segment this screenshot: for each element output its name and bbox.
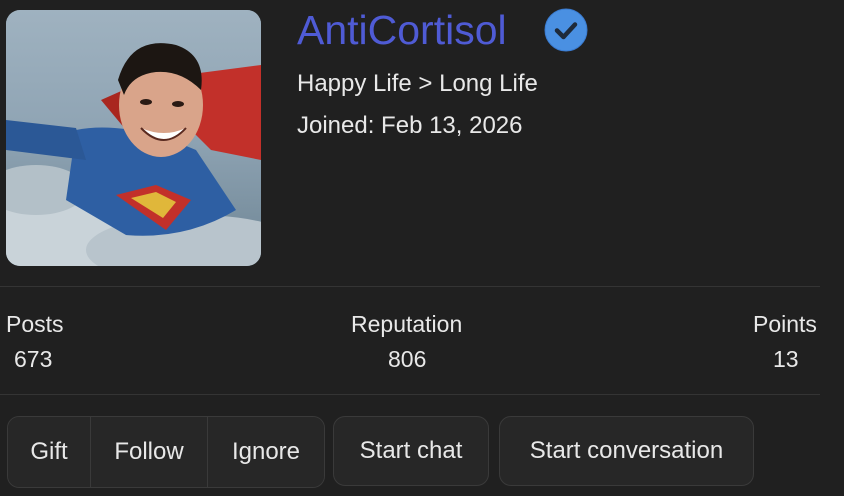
- divider: [0, 286, 820, 287]
- follow-button[interactable]: Follow: [91, 417, 208, 487]
- verified-badge-icon: [544, 8, 588, 52]
- ignore-button[interactable]: Ignore: [208, 417, 324, 487]
- profile-action-group: Gift Follow Ignore: [7, 416, 325, 488]
- profile-joined-date: Joined: Feb 13, 2026: [297, 112, 523, 139]
- profile-tagline: Happy Life > Long Life: [297, 70, 538, 97]
- profile-username[interactable]: AntiCortisol: [297, 6, 507, 54]
- posts-label: Posts: [6, 311, 64, 337]
- gift-button[interactable]: Gift: [8, 417, 91, 487]
- reputation-label: Reputation: [351, 311, 463, 337]
- profile-avatar[interactable]: [6, 10, 261, 266]
- reputation-value[interactable]: 806: [388, 345, 426, 373]
- posts-value[interactable]: 673: [14, 345, 52, 373]
- divider: [0, 394, 820, 395]
- start-conversation-button[interactable]: Start conversation: [499, 416, 754, 486]
- start-chat-button[interactable]: Start chat: [333, 416, 489, 486]
- points-label: Points: [753, 311, 817, 337]
- avatar-image: [6, 10, 261, 266]
- points-value[interactable]: 13: [773, 345, 799, 373]
